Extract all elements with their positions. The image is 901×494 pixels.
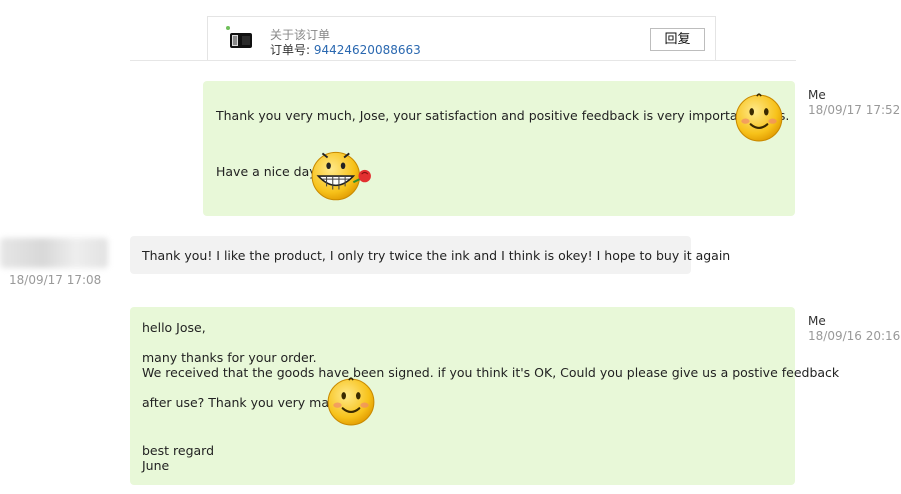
smiley-emoji-icon	[735, 93, 783, 142]
smiley-emoji-icon	[327, 377, 375, 426]
sender-name: Me	[808, 88, 826, 102]
message-text: many thanks for your order.	[142, 350, 317, 365]
message-time: 18/09/17 17:08	[9, 273, 102, 287]
message-time: 18/09/16 20:16	[808, 329, 901, 343]
message-meta-them: 18/09/17 17:08	[9, 273, 101, 288]
message-bubble-me: hello Jose, many thanks for your order. …	[130, 307, 839, 485]
message-meta-me: Me 18/09/17 17:52	[808, 88, 900, 118]
message-text: Thank you! I like the product, I only tr…	[142, 248, 731, 263]
sender-name: Me	[808, 314, 826, 328]
order-card: 关于该订单 订单号: 94424620088663 回复	[207, 16, 716, 60]
message-text: June	[142, 458, 170, 473]
order-number-label: 订单号:	[270, 43, 314, 57]
message-text: Have a nice day!	[216, 164, 322, 179]
message-text: hello Jose,	[142, 320, 206, 335]
sender-name-blurred	[0, 238, 108, 268]
message-text: Thank you very much, Jose, your satisfac…	[216, 108, 790, 123]
grinning-rose-emoji-icon	[311, 151, 371, 201]
message-meta-me: Me 18/09/16 20:16	[808, 314, 900, 344]
product-thumbnail[interactable]	[224, 24, 256, 56]
message-text: We received that the goods have been sig…	[142, 365, 840, 380]
message-bubble-me: Thank you very much, Jose, your satisfac…	[203, 81, 795, 216]
message-time: 18/09/17 17:52	[808, 103, 901, 117]
order-number-row: 订单号: 94424620088663	[270, 41, 421, 58]
message-text: after use? Thank you very mach.	[142, 395, 348, 410]
order-number-link[interactable]: 94424620088663	[314, 43, 421, 57]
reply-button[interactable]: 回复	[650, 28, 705, 51]
order-divider	[130, 60, 796, 61]
message-text: best regard	[142, 443, 215, 458]
message-bubble-them: Thank you! I like the product, I only tr…	[130, 236, 730, 274]
